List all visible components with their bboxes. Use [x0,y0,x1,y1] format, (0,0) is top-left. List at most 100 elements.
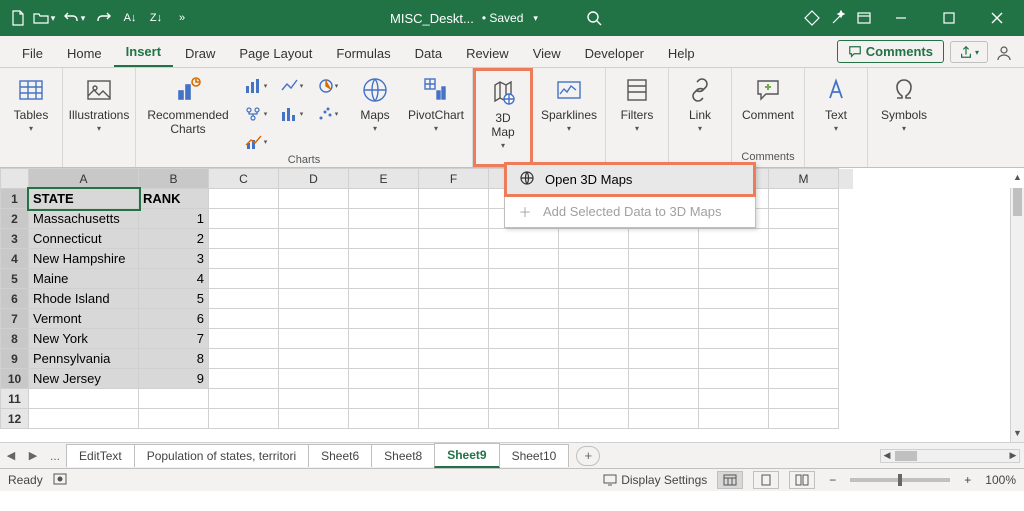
cell[interactable]: Pennsylvania [29,349,139,369]
zoom-in-button[interactable]: + [960,473,975,487]
combo-chart-button[interactable]: ▾ [240,130,272,154]
row-header[interactable]: 12 [1,409,29,429]
cell[interactable]: Maine [29,269,139,289]
col-header-b[interactable]: B [139,169,209,189]
pie-chart-button[interactable]: ▾ [312,74,344,98]
col-header-a[interactable]: A [29,169,139,189]
tab-view[interactable]: View [521,40,573,67]
tab-help[interactable]: Help [656,40,707,67]
cell[interactable]: 7 [139,329,209,349]
minimize-button[interactable] [878,0,924,36]
view-normal-button[interactable] [717,471,743,489]
cell[interactable]: Connecticut [29,229,139,249]
row-header[interactable]: 1 [1,189,29,209]
sheet-nav-next[interactable]: ▶ [22,449,44,462]
sheet-tab[interactable]: Population of states, territori [134,444,309,467]
tab-page-layout[interactable]: Page Layout [227,40,324,67]
sheet-nav-prev[interactable]: ◀ [0,449,22,462]
sheet-tab-active[interactable]: Sheet9 [434,443,499,468]
cell[interactable]: 4 [139,269,209,289]
cell[interactable]: Vermont [29,309,139,329]
vertical-scrollbar[interactable]: ▲▼ [1010,188,1024,442]
sparklines-button[interactable]: Sparklines▾ [539,70,599,133]
row-header[interactable]: 4 [1,249,29,269]
cell[interactable]: Massachusetts [29,209,139,229]
col-header-c[interactable]: C [209,169,279,189]
hierarchy-chart-button[interactable]: ▾ [240,102,272,126]
text-button[interactable]: Text▾ [811,70,861,133]
pivotchart-button[interactable]: PivotChart▾ [406,70,466,133]
row-header[interactable]: 3 [1,229,29,249]
cell[interactable]: 1 [139,209,209,229]
cell[interactable]: New Hampshire [29,249,139,269]
col-header-m[interactable]: M [769,169,839,189]
sort-asc-icon[interactable]: A↓ [118,6,142,30]
sheet-tab[interactable]: EditText [66,444,135,467]
open-3d-maps-item[interactable]: Open 3D Maps [504,162,756,197]
user-icon[interactable] [994,45,1014,61]
row-header[interactable]: 6 [1,289,29,309]
sort-desc-icon[interactable]: Z↓ [144,6,168,30]
zoom-out-button[interactable]: − [825,473,840,487]
save-status[interactable]: • Saved [482,11,524,25]
row-header[interactable]: 5 [1,269,29,289]
column-chart-button[interactable]: ▾ [240,74,272,98]
tab-insert[interactable]: Insert [114,38,173,67]
tab-developer[interactable]: Developer [573,40,656,67]
sheet-tab[interactable]: Sheet6 [308,444,372,467]
scatter-chart-button[interactable]: ▾ [312,102,344,126]
cell[interactable]: New York [29,329,139,349]
sheet-tab[interactable]: Sheet10 [499,444,570,467]
wand-icon[interactable] [826,6,850,30]
cell[interactable]: Rhode Island [29,289,139,309]
share-button[interactable]: ▾ [950,41,988,63]
row-header[interactable]: 7 [1,309,29,329]
sheet-overflow[interactable]: ... [44,449,66,463]
redo-icon[interactable] [92,6,116,30]
row-header[interactable]: 11 [1,389,29,409]
ribbon-mode-icon[interactable] [852,6,876,30]
filters-button[interactable]: Filters▾ [612,70,662,133]
maximize-button[interactable] [926,0,972,36]
tables-button[interactable]: Tables▾ [6,70,56,133]
illustrations-button[interactable]: Illustrations▾ [69,70,129,133]
display-settings[interactable]: Display Settings [603,473,707,487]
undo-icon[interactable]: ▾ [58,6,90,30]
maps-button[interactable]: Maps▾ [350,70,400,133]
link-button[interactable]: Link▾ [675,70,725,133]
cell[interactable]: 2 [139,229,209,249]
statistic-chart-button[interactable]: ▾ [276,102,308,126]
open-file-icon[interactable]: ▾ [32,6,56,30]
zoom-level[interactable]: 100% [985,473,1016,487]
new-file-icon[interactable] [6,6,30,30]
tab-home[interactable]: Home [55,40,114,67]
add-sheet-button[interactable]: + [576,446,600,466]
cell[interactable]: 8 [139,349,209,369]
3d-map-button[interactable]: 3D Map▾ [478,73,528,150]
symbols-button[interactable]: Symbols▾ [874,70,934,133]
horizontal-scrollbar[interactable]: ◀▶ [880,449,1020,463]
zoom-slider[interactable] [850,478,950,482]
diamond-icon[interactable] [800,6,824,30]
view-page-layout-button[interactable] [753,471,779,489]
close-button[interactable] [974,0,1020,36]
cell[interactable]: STATE [29,189,139,209]
cell[interactable]: 6 [139,309,209,329]
col-header-f[interactable]: F [419,169,489,189]
more-qat-icon[interactable]: » [170,6,194,30]
sheet-tab[interactable]: Sheet8 [371,444,435,467]
col-header-e[interactable]: E [349,169,419,189]
tab-file[interactable]: File [10,40,55,67]
recommended-charts-button[interactable]: Recommended Charts [142,70,234,136]
cell[interactable]: New Jersey [29,369,139,389]
cell[interactable]: 5 [139,289,209,309]
tab-draw[interactable]: Draw [173,40,227,67]
cell[interactable]: 9 [139,369,209,389]
tab-review[interactable]: Review [454,40,521,67]
cell[interactable]: RANK [139,189,209,209]
row-header[interactable]: 2 [1,209,29,229]
tab-data[interactable]: Data [403,40,454,67]
cell[interactable]: 3 [139,249,209,269]
select-all-corner[interactable] [1,169,29,189]
macro-record-icon[interactable] [53,472,67,489]
